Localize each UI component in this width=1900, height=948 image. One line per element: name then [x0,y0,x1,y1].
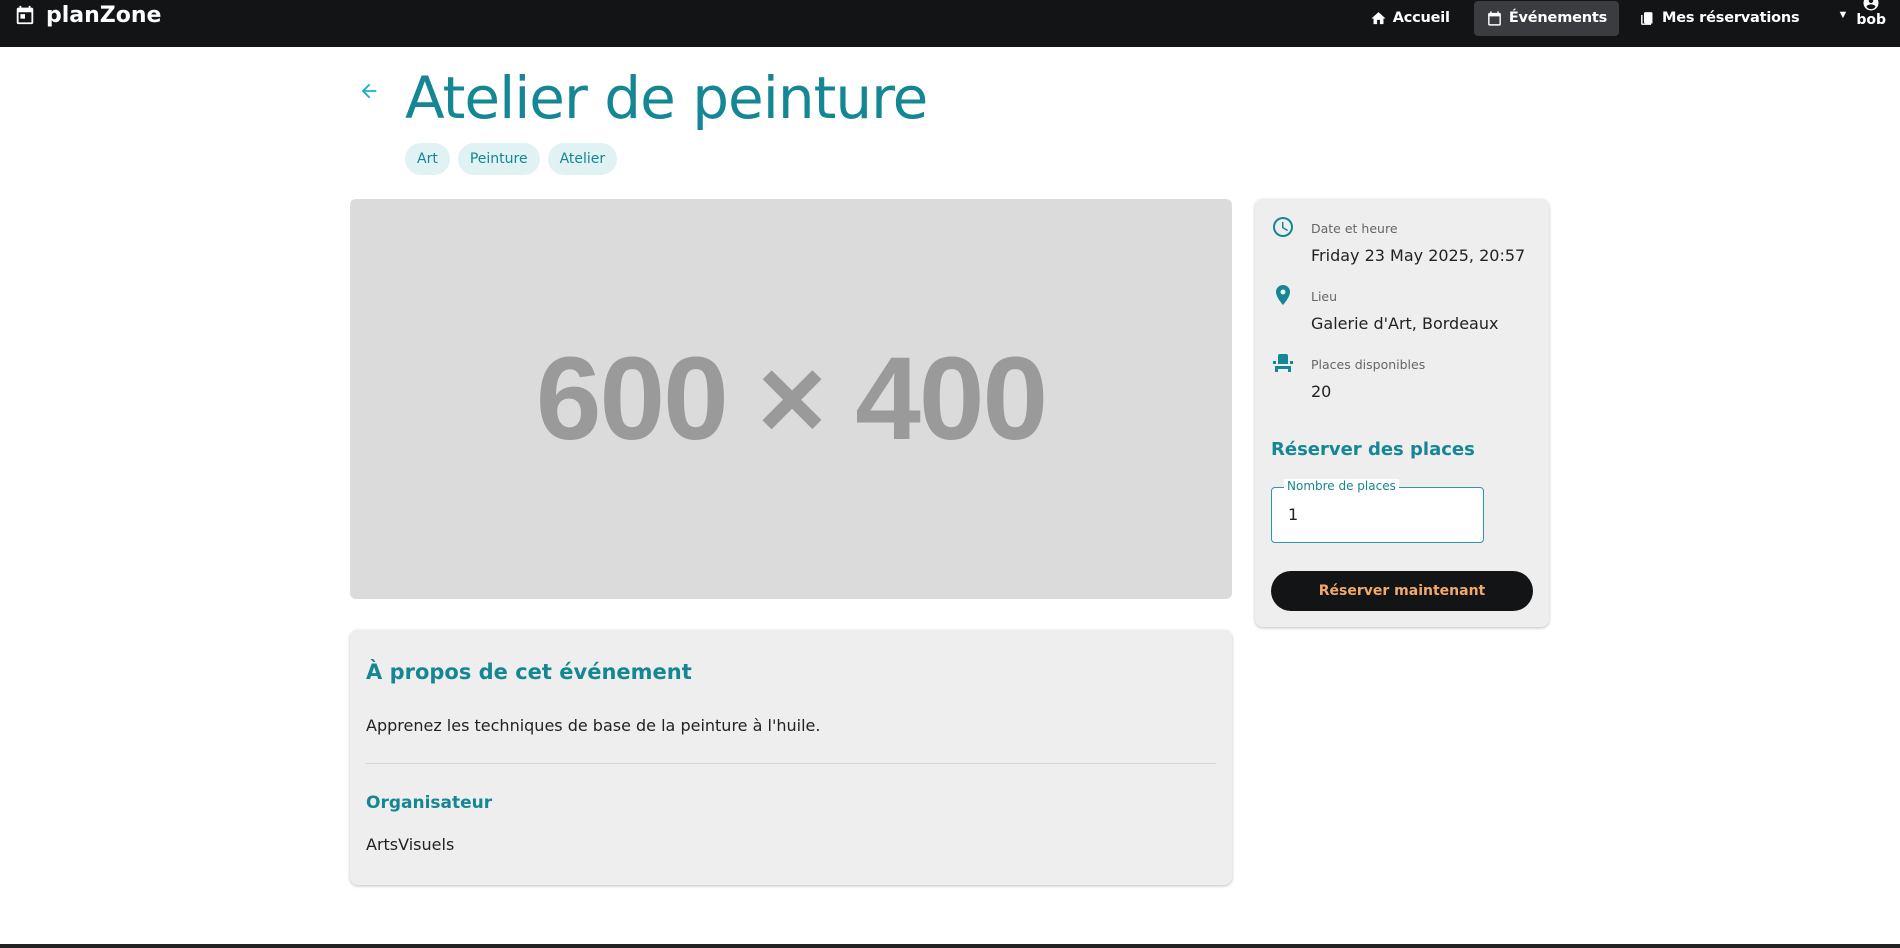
nav-reservations-button[interactable]: Mes réservations [1627,1,1811,36]
seat-count-field[interactable]: Nombre de places 1 [1271,479,1484,543]
tag-chip[interactable]: Atelier [547,143,618,175]
seat-icon [1273,354,1293,372]
about-description: Apprenez les techniques de base de la pe… [366,716,821,735]
nav-evenements-label: Événements [1508,10,1608,26]
date-label: Date et heure [1311,221,1398,236]
nav-accueil-label: Accueil [1392,10,1450,26]
seat-count-label: Nombre de places [1284,479,1399,493]
nav-reservations-label: Mes réservations [1662,10,1800,26]
back-arrow-icon[interactable] [358,80,380,102]
about-card: À propos de cet événement Apprenez les t… [350,630,1232,885]
calendar-icon [1487,10,1501,26]
calendar-icon [16,5,34,25]
brand[interactable]: planZone [14,0,161,30]
seats-row: Places disponibles 20 [1271,339,1425,401]
location-pin-icon [1276,285,1290,305]
divider [366,763,1216,764]
page-title: Atelier de peinture [405,64,928,132]
event-image: 600 × 400 [350,199,1232,599]
tag-chip[interactable]: Art [405,143,450,175]
about-title: À propos de cet événement [366,660,692,684]
organizer-name: ArtsVisuels [366,835,455,854]
seats-value: 20 [1311,382,1332,401]
clock-icon [1273,217,1293,237]
image-placeholder-text: 600 × 400 [535,333,1048,465]
tag-list: Art Peinture Atelier [405,143,618,175]
seat-count-value[interactable]: 1 [1288,505,1298,524]
location-label: Lieu [1311,289,1338,304]
account-circle-icon [1863,0,1879,11]
footer-bar [0,944,1900,948]
seats-label: Places disponibles [1311,357,1426,372]
date-value: Friday 23 May 2025, 20:57 [1311,246,1526,265]
nav-accueil-button[interactable]: Accueil [1358,1,1462,36]
date-row: Date et heure Friday 23 May 2025, 20:57 [1271,203,1525,265]
user-name: bob [1856,12,1886,28]
reserve-now-button[interactable]: Réserver maintenant [1271,571,1533,611]
brand-name: planZone [46,2,162,28]
booking-title: Réserver des places [1271,439,1475,460]
organizer-title: Organisateur [366,793,493,813]
location-value: Galerie d'Art, Bordeaux [1311,314,1499,333]
user-menu[interactable]: ▼ bob [1837,0,1886,36]
nav-evenements-button[interactable]: Événements [1473,0,1620,36]
caret-down-icon: ▼ [1837,9,1849,21]
details-card: Date et heure Friday 23 May 2025, 20:57 … [1255,199,1549,627]
book-icon [1641,11,1653,25]
top-navbar: planZone Accueil Événements Mes réservat… [0,0,1900,47]
location-row: Lieu Galerie d'Art, Bordeaux [1271,271,1498,333]
tag-chip[interactable]: Peinture [457,143,540,175]
home-icon [1371,11,1386,24]
